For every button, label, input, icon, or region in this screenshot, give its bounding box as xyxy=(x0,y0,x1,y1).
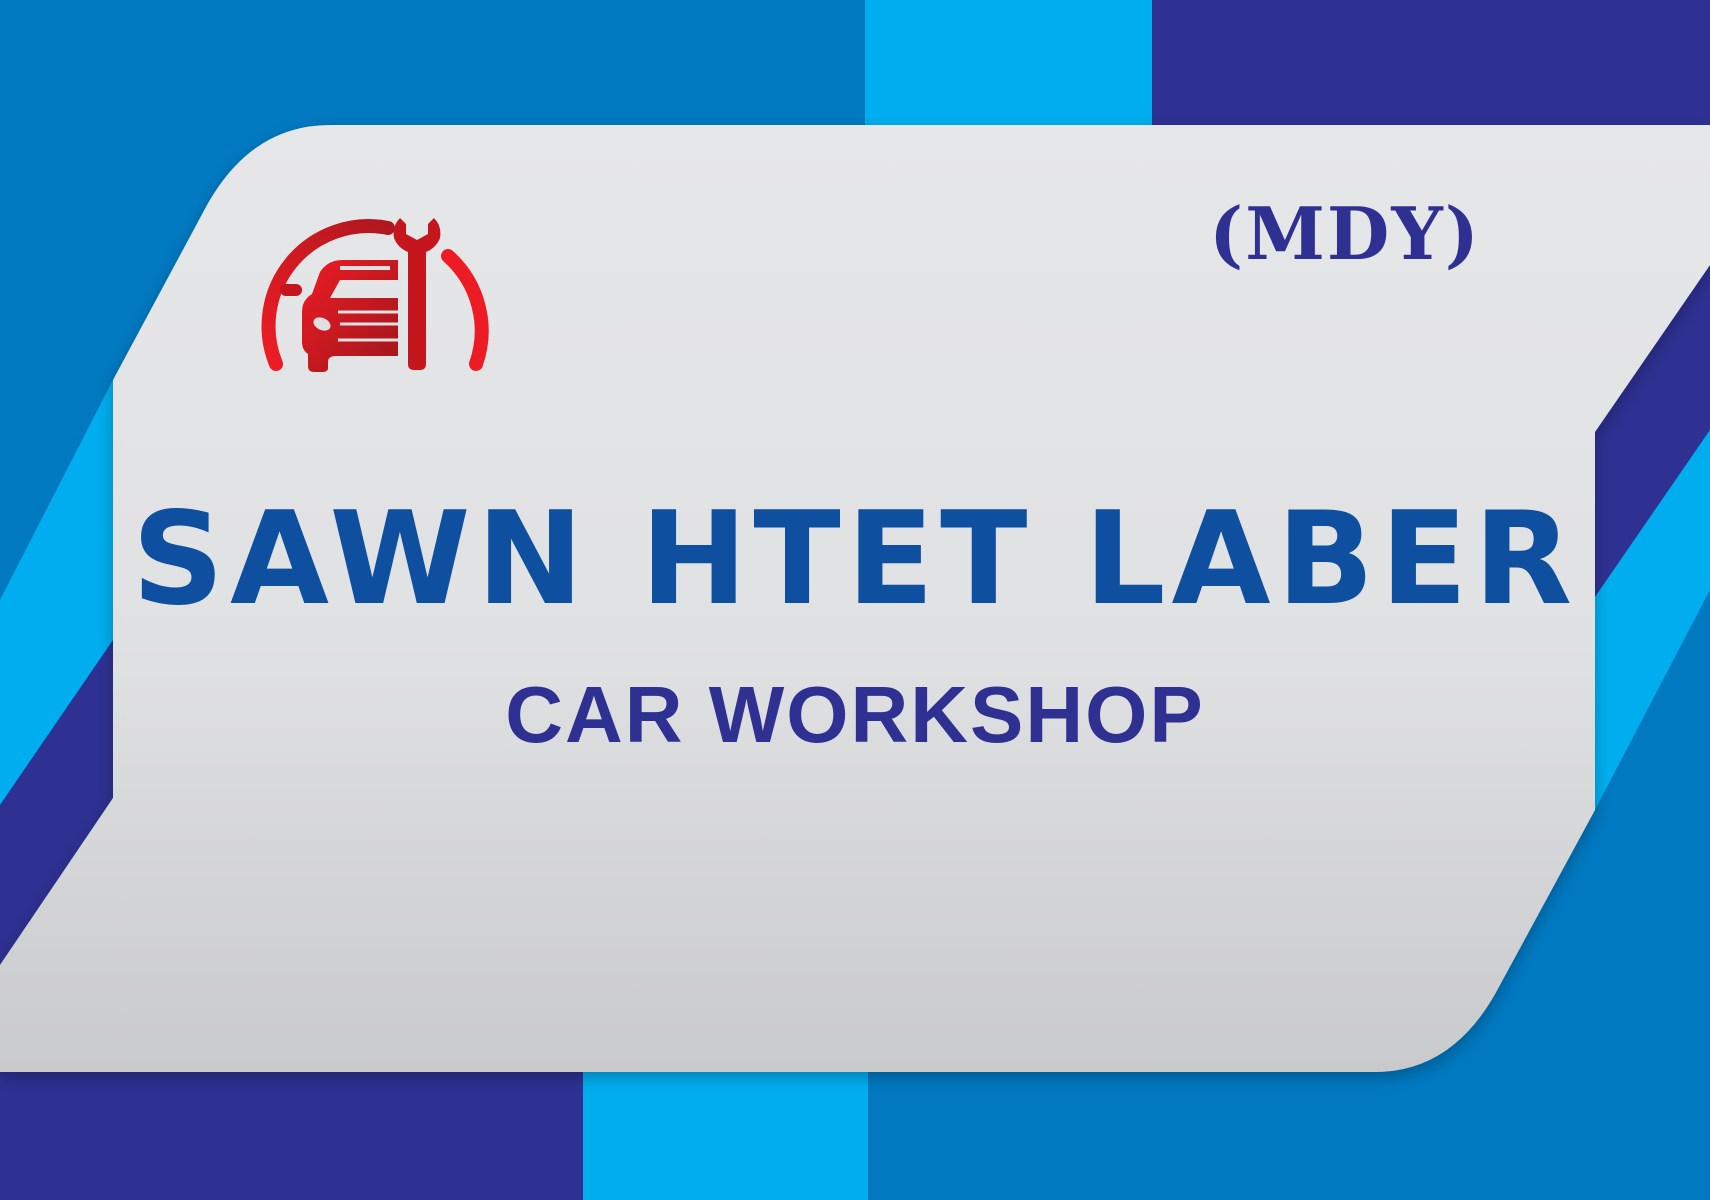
top-band-mid-blue xyxy=(0,0,865,130)
brand-subtitle: CAR WORKSHOP xyxy=(505,670,1205,759)
top-band-navy xyxy=(1152,0,1710,130)
top-band-light-blue xyxy=(865,0,1152,130)
bottom-band-mid-blue xyxy=(868,1070,1710,1200)
bottom-band-navy xyxy=(0,1070,583,1200)
brand-name: SAWN HTET LABER xyxy=(131,485,1579,634)
car-repair-wrench-icon xyxy=(261,218,489,372)
bottom-band-light-blue xyxy=(583,1070,868,1200)
region-tag: (MDY) xyxy=(1209,191,1481,276)
business-card: (MDY) SAWN HTET LABER CAR WORKSHOP xyxy=(0,0,1710,1200)
